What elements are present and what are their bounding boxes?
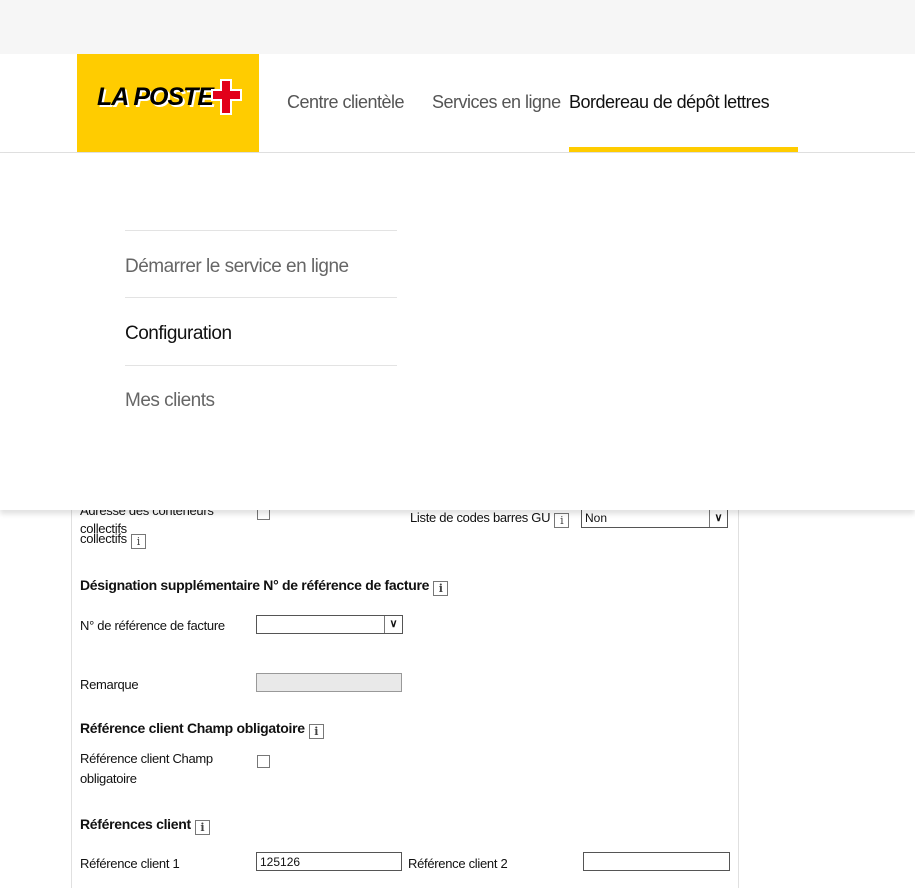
menu-divider	[125, 230, 397, 231]
browser-top-strip	[0, 0, 915, 54]
logo-text: LA POSTE	[97, 83, 214, 111]
ref-obligatoire-checkbox[interactable]	[257, 755, 270, 768]
ref-obligatoire-label-line1: Référence client Champ	[80, 751, 213, 766]
remarque-label: Remarque	[80, 677, 139, 692]
menu-divider	[125, 365, 397, 366]
adresse-line2-text: collectifs	[80, 531, 127, 546]
designation-heading-text: Désignation supplémentaire N° de référen…	[80, 577, 430, 593]
gu-label-text: Liste de codes barres GU	[410, 510, 551, 525]
ref-oblig-heading-text: Référence client Champ obligatoire	[80, 720, 305, 736]
ref-client-1-input[interactable]: 125126	[256, 852, 402, 871]
nav-dropdown-menu: Démarrer le service en ligne Configurati…	[0, 153, 915, 510]
designation-heading: Désignation supplémentaire N° de référen…	[80, 576, 449, 596]
info-icon[interactable]: i	[130, 534, 146, 549]
facture-ref-label: N° de référence de facture	[80, 618, 225, 633]
info-icon[interactable]: i	[554, 513, 570, 528]
active-nav-indicator	[569, 147, 798, 152]
configuration-form: Adresse des conteneurs collectifs collec…	[71, 500, 739, 888]
gu-barcode-select[interactable]: Non ∨	[581, 509, 728, 528]
ref-obligatoire-label-line2: obligatoire	[80, 771, 137, 786]
menu-item-demarrer[interactable]: Démarrer le service en ligne	[125, 256, 397, 278]
nav-bordereau-depot-lettres[interactable]: Bordereau de dépôt lettres	[569, 92, 770, 113]
chevron-down-icon: ∨	[384, 616, 402, 633]
menu-item-configuration[interactable]: Configuration	[125, 323, 397, 345]
gu-barcode-label: Liste de codes barres GU i	[410, 509, 570, 528]
chevron-down-icon: ∨	[709, 510, 727, 527]
ref-obligatoire-heading: Référence client Champ obligatoire i	[80, 719, 324, 739]
info-icon[interactable]: i	[433, 581, 449, 596]
la-poste-logo[interactable]: LA POSTE	[77, 54, 259, 152]
ref-client-2-label: Référence client 2	[408, 856, 508, 871]
nav-centre-clientele[interactable]: Centre clientèle	[287, 92, 405, 113]
refs-heading-text: Références client	[80, 816, 191, 832]
nav-services-en-ligne[interactable]: Services en ligne	[432, 92, 561, 113]
menu-divider	[125, 297, 397, 298]
ref-client-1-label: Référence client 1	[80, 856, 180, 871]
ref-client-2-input[interactable]	[583, 852, 730, 871]
menu-item-mes-clients[interactable]: Mes clients	[125, 390, 397, 412]
swiss-cross-icon	[211, 79, 242, 115]
info-icon[interactable]: i	[194, 820, 210, 835]
remarque-input[interactable]	[256, 673, 402, 692]
info-icon[interactable]: i	[308, 724, 324, 739]
gu-select-value: Non	[585, 511, 608, 525]
references-client-heading: Références client i	[80, 815, 210, 835]
facture-ref-select[interactable]: ∨	[256, 615, 403, 634]
adresse-conteneurs-label-line2: collectifs i	[80, 530, 146, 549]
